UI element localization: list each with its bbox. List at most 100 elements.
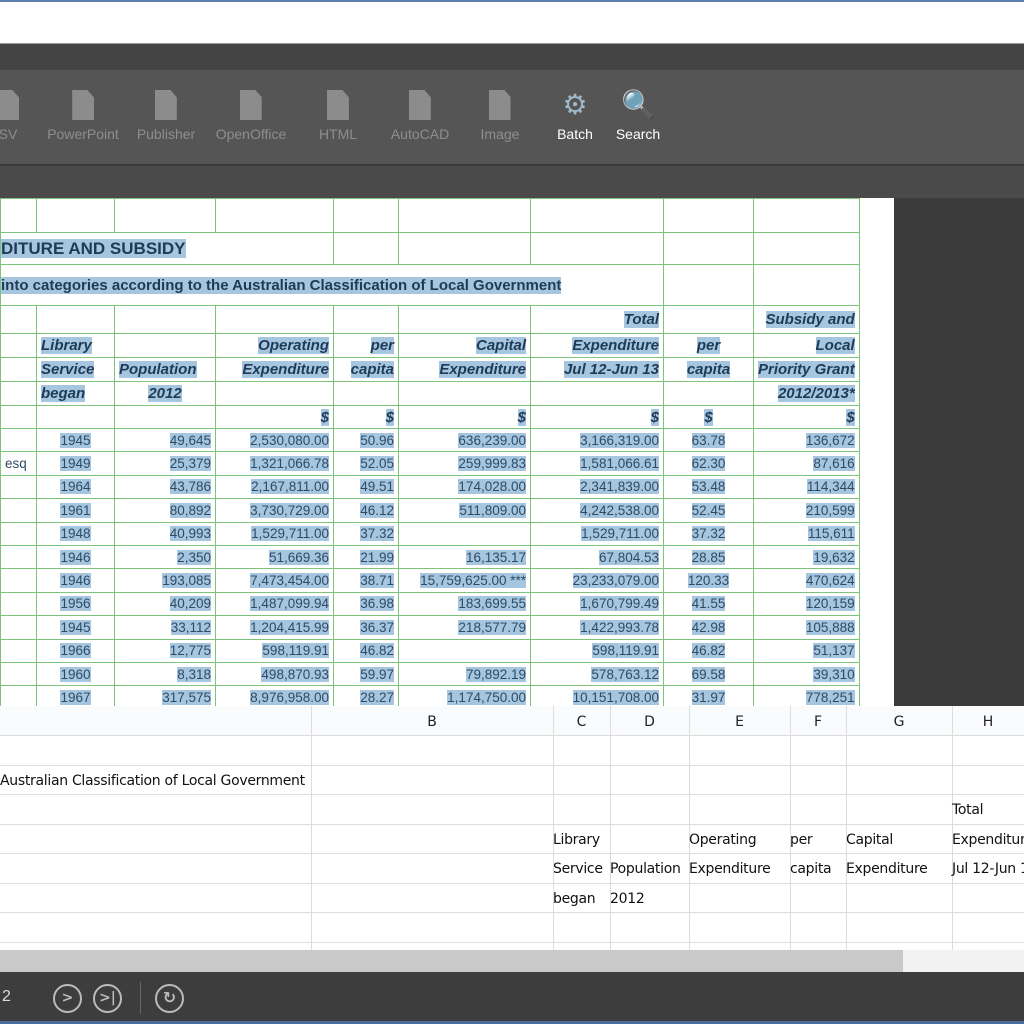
column-header-g[interactable]: G <box>894 714 905 730</box>
sheet-cell-e5[interactable]: Operating <box>689 832 757 848</box>
data-cell: 1948 <box>36 521 115 546</box>
column-header-c[interactable]: C <box>577 714 587 730</box>
cell-value: 28.85 <box>691 549 726 565</box>
data-cell: 1,321,066.78 <box>215 451 334 476</box>
sheet-cell-c5[interactable]: Library <box>553 832 600 848</box>
column-header-f[interactable]: F <box>814 714 822 730</box>
header-cell <box>663 305 754 334</box>
toolbar-button-search[interactable]: 🔍 Search <box>615 90 661 143</box>
sheet-cell-h6[interactable]: Jul 12-Jun 13 <box>952 861 1024 877</box>
cell-value: 63.78 <box>691 432 726 448</box>
data-cell: 43,786 <box>114 474 216 500</box>
header-text: per <box>696 337 721 354</box>
header-cell: Jul 12-Jun 13 <box>530 357 664 382</box>
toolbar-button-html[interactable]: HTML <box>319 90 357 142</box>
cell-value: 1,529,711.00 <box>251 526 329 542</box>
header-cell <box>215 381 334 406</box>
cell-value: 193,085 <box>162 573 211 589</box>
cell-value: 1,422,993.78 <box>580 619 659 635</box>
header-text: Local <box>815 337 855 354</box>
cell-value: 636,239.00 <box>458 432 526 448</box>
cell-value: 37.32 <box>360 526 394 542</box>
row-divider <box>0 942 1024 943</box>
data-cell: 8,976,958.00 <box>215 685 334 706</box>
cell-value: 46.82 <box>691 643 726 659</box>
column-header-e[interactable]: E <box>735 714 744 730</box>
data-cell: 1,487,099.94 <box>215 591 334 617</box>
data-cell: 46.82 <box>663 638 754 663</box>
sheet-cell-g5[interactable]: Capital <box>846 832 893 848</box>
toolbar-button-label: Search <box>615 126 661 142</box>
cell-value: 114,344 <box>806 479 855 495</box>
data-cell: 4,242,538.00 <box>530 498 664 523</box>
toolbar-button-sv[interactable]: SV <box>0 90 19 142</box>
cell-value: 1945 <box>60 432 91 448</box>
row-divider <box>0 735 1024 736</box>
sheet-cell-f5[interactable]: per <box>790 832 813 848</box>
table-cell <box>398 198 531 233</box>
cell-value: 36.37 <box>360 619 394 635</box>
last-page-icon[interactable]: >| <box>93 984 122 1013</box>
data-cell <box>0 498 37 523</box>
cell-value: 28.27 <box>360 689 394 705</box>
header-cell: Library <box>36 333 115 358</box>
data-cell: 2,341,839.00 <box>530 474 664 500</box>
toolbar-button-autocad[interactable]: AutoCAD <box>391 90 449 142</box>
data-cell: esq <box>0 451 37 476</box>
data-cell: 28.85 <box>663 544 754 570</box>
toolbar-button-image[interactable]: Image <box>481 90 519 142</box>
data-cell: 38.71 <box>333 568 399 593</box>
column-header-d[interactable]: D <box>644 714 655 730</box>
toolbar-button-openoffice[interactable]: OpenOffice <box>216 90 286 142</box>
sheet-cell-c7[interactable]: began <box>553 891 596 907</box>
column-divider <box>311 706 312 950</box>
cell-value: 79,892.19 <box>465 666 526 682</box>
header-text: $ <box>320 408 329 426</box>
data-cell: 7,473,454.00 <box>215 568 334 593</box>
cell-value: 51,669.36 <box>268 549 329 565</box>
cell-value: 41.55 <box>691 596 726 612</box>
sheet-cell-e6[interactable]: Expenditure <box>689 861 771 877</box>
cell-value: 1956 <box>60 596 91 612</box>
cell-value: 470,624 <box>805 573 855 589</box>
sheet-cell-a3[interactable]: Australian Classification of Local Gover… <box>0 773 305 789</box>
column-header-b[interactable]: B <box>427 714 437 730</box>
horizontal-scrollbar[interactable] <box>0 950 1024 972</box>
sheet-cell-h5[interactable]: Expenditure <box>952 832 1024 848</box>
cell-value: 3,166,319.00 <box>580 432 659 448</box>
data-cell: 2,530,080.00 <box>215 427 334 453</box>
table-row: 1964 43,786 2,167,811.00 49.51 174,028.00 2,3… <box>0 474 860 500</box>
table-row: 1946 193,085 7,473,454.00 38.71 15,759,625.0… <box>0 568 860 593</box>
column-header-h[interactable]: H <box>983 714 994 730</box>
sheet-cell-h4[interactable]: Total <box>952 802 984 818</box>
sheet-cell-d7[interactable]: 2012 <box>610 891 645 907</box>
scrollbar-thumb[interactable] <box>0 950 903 972</box>
header-cell: 2012/2013* <box>753 381 860 406</box>
data-cell <box>398 638 531 663</box>
toolbar-button-powerpoint[interactable]: PowerPoint <box>47 90 119 142</box>
cell-value: 10,151,708.00 <box>572 689 659 705</box>
data-cell: 16,135.17 <box>398 544 531 570</box>
sheet-cell-c6[interactable]: Service <box>553 861 603 877</box>
toolbar-button-publisher[interactable]: Publisher <box>137 90 195 142</box>
header-cell: Operating <box>215 333 334 358</box>
sheet-cell-f6[interactable]: capita <box>790 861 832 877</box>
table-row <box>0 198 860 233</box>
image-file-icon <box>488 90 511 120</box>
cell-value: 43,786 <box>169 479 211 495</box>
sheet-cell-d6[interactable]: Population <box>610 861 681 877</box>
next-page-icon[interactable]: > <box>53 984 82 1013</box>
row-divider <box>0 765 1024 766</box>
refresh-icon[interactable]: ↻ <box>155 984 184 1013</box>
toolbar-button-batch[interactable]: ⚙ Batch <box>557 90 593 143</box>
cell-value: 1,321,066.78 <box>250 456 329 472</box>
cell-value: 37.32 <box>691 526 726 542</box>
sheet-cell-g6[interactable]: Expenditure <box>846 861 928 877</box>
data-cell: 49.51 <box>333 474 399 500</box>
cell-value: 105,888 <box>805 619 855 635</box>
header-cell <box>36 305 115 334</box>
data-cell: 69.58 <box>663 661 754 687</box>
data-cell: 87,616 <box>753 451 860 476</box>
cell-value: 52.05 <box>360 456 394 472</box>
data-cell: 193,085 <box>114 568 216 593</box>
